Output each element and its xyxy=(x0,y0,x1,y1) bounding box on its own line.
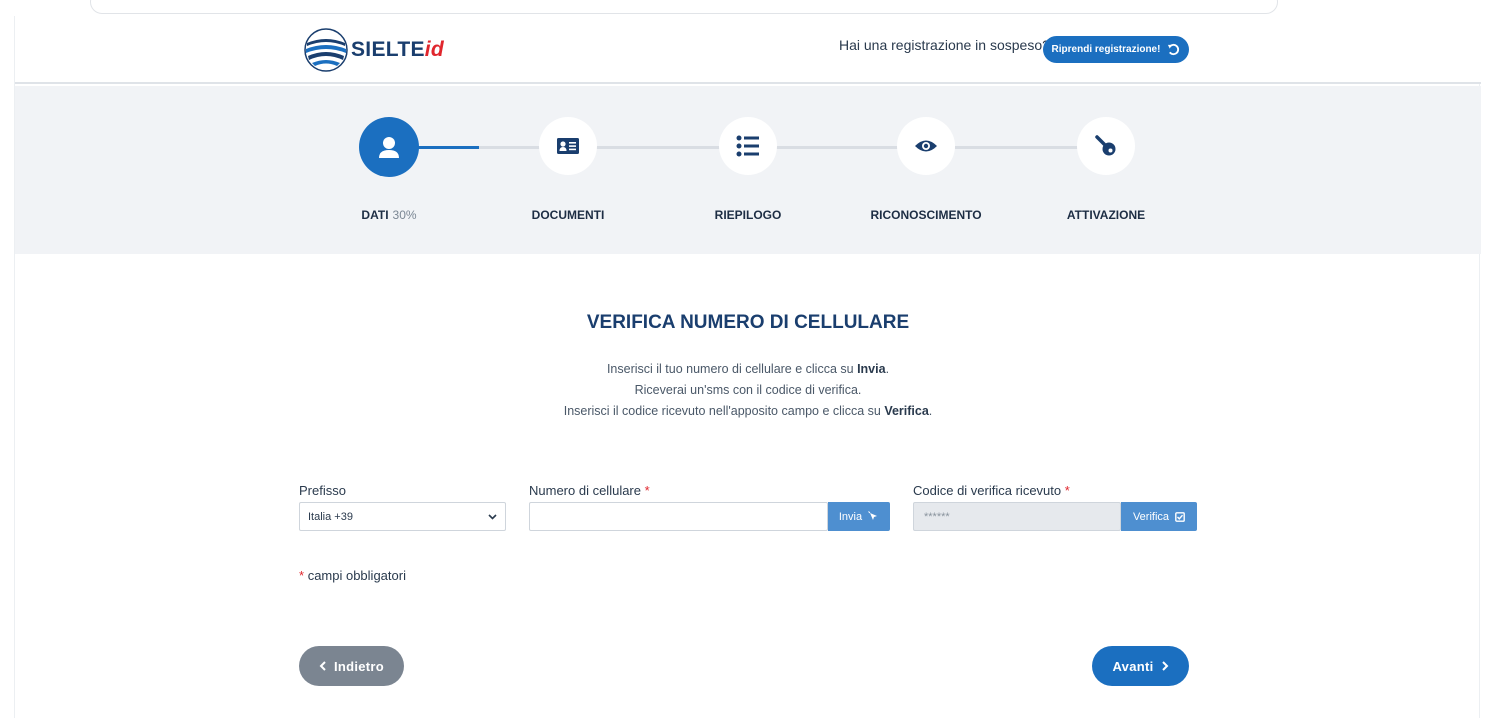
site-header: SIELTEid Hai una registrazione in sospes… xyxy=(15,16,1481,84)
code-label: Codice di verifica ricevuto * xyxy=(913,483,1070,498)
instr3-post: . xyxy=(928,404,933,418)
instruction-line-2: Riceverai un'sms con il codice di verifi… xyxy=(634,383,862,397)
logo-wave-icon xyxy=(304,28,348,72)
back-label: Indietro xyxy=(333,658,385,674)
step-riconoscimento[interactable] xyxy=(897,117,955,175)
mandatory-mark: * xyxy=(299,568,305,583)
prefix-label: Prefisso xyxy=(299,483,346,498)
step-label-riepilogo: RIEPILOGO xyxy=(714,208,782,222)
pending-registration-text: Hai una registrazione in sospeso? xyxy=(839,37,1050,53)
step-dati-percent: 30% xyxy=(392,208,417,222)
stepper-line-3 xyxy=(775,146,915,149)
mandatory-note: * campi obbligatori xyxy=(299,568,406,583)
instr3-bold: Verifica xyxy=(884,404,929,418)
verification-code-input: ****** xyxy=(913,502,1121,531)
form-title: VERIFICA NUMERO DI CELLULARE xyxy=(586,312,910,333)
step-label-attivazione: ATTIVAZIONE xyxy=(1066,208,1146,222)
chevron-down-icon xyxy=(488,513,497,520)
instr1-post: . xyxy=(885,362,890,376)
step-dati-text: DATI xyxy=(361,208,389,222)
step-riepilogo[interactable] xyxy=(719,117,777,175)
send-label: Invia xyxy=(838,510,863,523)
instruction-line-1: Inserisci il tuo numero di cellulare e c… xyxy=(15,362,1481,376)
step-documenti[interactable] xyxy=(539,117,597,175)
step-label-documenti: DOCUMENTI xyxy=(531,208,605,222)
phone-required-mark: * xyxy=(644,483,650,498)
resume-registration-label: Riprendi registrazione! xyxy=(1051,44,1161,55)
cursor-click-icon xyxy=(868,511,878,520)
mandatory-text: campi obbligatori xyxy=(307,568,406,583)
stepper-line-4 xyxy=(955,146,1095,149)
logo-text: SIELTEid xyxy=(351,38,444,62)
browser-top-strip xyxy=(0,0,1494,16)
stepper-line-2 xyxy=(595,146,735,149)
id-card-icon xyxy=(557,138,579,154)
prefix-value: Italia +39 xyxy=(308,510,353,523)
phone-label: Numero di cellulare * xyxy=(529,483,650,498)
step-dati[interactable] xyxy=(359,117,419,177)
verify-label: Verifica xyxy=(1132,510,1170,523)
code-required-mark: * xyxy=(1064,483,1070,498)
next-label: Avanti xyxy=(1112,658,1154,674)
user-icon xyxy=(379,137,399,158)
back-button[interactable]: Indietro xyxy=(299,646,404,686)
code-label-text: Codice di verifica ricevuto xyxy=(913,483,1062,498)
key-icon xyxy=(1095,135,1116,156)
resume-registration-button[interactable]: Riprendi registrazione! xyxy=(1043,36,1189,63)
instruction-line-3: Inserisci il codice ricevuto nell'apposi… xyxy=(15,404,1481,418)
instr1-pre: Inserisci il tuo numero di cellulare e c… xyxy=(606,362,858,376)
verify-button[interactable]: Verifica xyxy=(1121,502,1197,531)
phone-label-text: Numero di cellulare xyxy=(529,483,641,498)
instr3-pre: Inserisci il codice ricevuto nell'apposi… xyxy=(563,404,885,418)
step-label-dati: DATI 30% xyxy=(309,208,469,222)
next-button[interactable]: Avanti xyxy=(1092,646,1189,686)
step-attivazione[interactable] xyxy=(1077,117,1135,175)
sielte-logo[interactable]: SIELTEid xyxy=(303,26,444,74)
chevron-right-icon xyxy=(1161,661,1168,671)
registration-page: SIELTEid Hai una registrazione in sospes… xyxy=(14,16,1481,718)
eye-icon xyxy=(915,140,937,152)
progress-stepper: DATI 30% DOCUMENTI RIEPILOGO RICONOSCIMEN… xyxy=(15,86,1481,254)
instr1-bold: Invia xyxy=(857,362,886,376)
check-square-icon xyxy=(1175,511,1185,522)
brand-main: SIELTE xyxy=(351,38,425,61)
step-label-riconoscimento: RICONOSCIMENTO xyxy=(870,208,982,222)
send-button[interactable]: Invia xyxy=(828,502,890,531)
list-icon xyxy=(736,135,759,157)
brand-suffix: id xyxy=(424,38,445,61)
chevron-left-icon xyxy=(319,661,326,671)
stepper-line-progress xyxy=(415,146,479,149)
prefix-select[interactable]: Italia +39 xyxy=(299,502,506,531)
phone-input[interactable] xyxy=(529,502,828,531)
undo-icon xyxy=(1168,43,1180,56)
address-bar[interactable] xyxy=(90,0,1278,14)
